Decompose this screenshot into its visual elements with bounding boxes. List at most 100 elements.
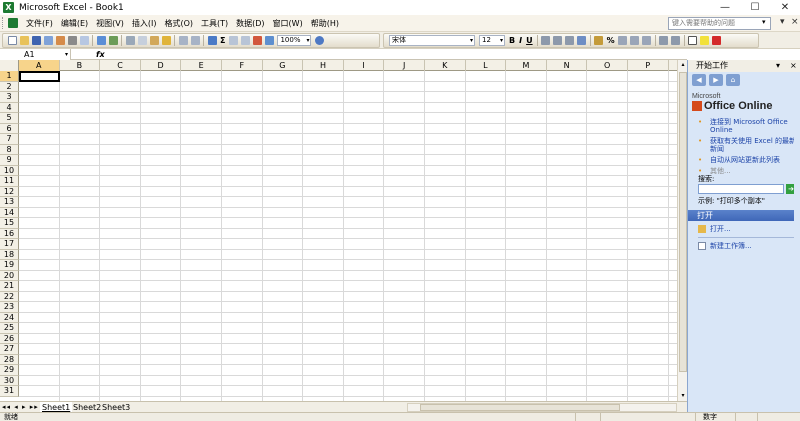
grid-row[interactable]: 15 <box>0 218 677 229</box>
font-size-select[interactable]: 12 ▾ <box>479 35 505 46</box>
row-header-27[interactable]: 27 <box>0 344 19 355</box>
menu-data[interactable]: 数据(D) <box>232 15 268 32</box>
copy-icon[interactable] <box>137 36 147 45</box>
open-icon[interactable] <box>19 36 29 45</box>
increase-decimal-icon[interactable] <box>630 36 640 45</box>
doc-close-icon[interactable]: × <box>791 17 799 27</box>
row-header-15[interactable]: 15 <box>0 218 19 229</box>
task-pane-scrollbar[interactable] <box>794 72 800 410</box>
grid-row[interactable]: 4 <box>0 102 677 113</box>
column-header-m[interactable]: M <box>506 60 547 71</box>
column-header-l[interactable]: L <box>466 60 507 71</box>
home-icon[interactable]: ⌂ <box>726 74 740 86</box>
column-header-b[interactable]: B <box>60 60 101 71</box>
undo-icon[interactable] <box>178 36 188 45</box>
horizontal-scrollbar[interactable] <box>407 403 677 412</box>
row-header-14[interactable]: 14 <box>0 207 19 218</box>
zoom-select[interactable]: 100% ▾ <box>277 35 312 46</box>
row-header-20[interactable]: 20 <box>0 270 19 281</box>
grid-row[interactable]: 11 <box>0 176 677 187</box>
column-header-n[interactable]: N <box>547 60 588 71</box>
spelling-icon[interactable] <box>96 36 106 45</box>
row-header-28[interactable]: 28 <box>0 354 19 365</box>
print-preview-icon[interactable] <box>79 36 89 45</box>
permission-icon[interactable] <box>43 36 53 45</box>
grid-row[interactable]: 29 <box>0 365 677 376</box>
grid-row[interactable]: 24 <box>0 312 677 323</box>
menu-edit[interactable]: 编辑(E) <box>57 15 92 32</box>
task-pane-menu-icon[interactable]: ▾ <box>776 60 780 72</box>
column-header-d[interactable]: D <box>141 60 182 71</box>
paste-icon[interactable] <box>149 36 159 45</box>
column-header-j[interactable]: J <box>384 60 425 71</box>
grid-row[interactable]: 2 <box>0 81 677 92</box>
formula-input[interactable] <box>110 49 680 60</box>
borders-icon[interactable] <box>688 36 698 45</box>
forward-icon[interactable]: ▶ <box>709 74 723 86</box>
row-header-4[interactable]: 4 <box>0 102 19 113</box>
grid-row[interactable]: 16 <box>0 228 677 239</box>
row-header-9[interactable]: 9 <box>0 155 19 166</box>
menu-format[interactable]: 格式(O) <box>160 15 197 32</box>
name-box[interactable]: A1 ▾ <box>0 49 71 60</box>
currency-icon[interactable] <box>594 36 604 45</box>
row-header-7[interactable]: 7 <box>0 134 19 145</box>
drawing-icon[interactable] <box>264 36 274 45</box>
menu-file[interactable]: 文件(F) <box>22 15 57 32</box>
grid-row[interactable]: 26 <box>0 333 677 344</box>
row-header-1[interactable]: 1 <box>0 71 19 82</box>
row-header-29[interactable]: 29 <box>0 365 19 376</box>
decrease-indent-icon[interactable] <box>659 36 669 45</box>
grid-row[interactable]: 10 <box>0 165 677 176</box>
row-header-25[interactable]: 25 <box>0 323 19 334</box>
email-icon[interactable] <box>55 36 65 45</box>
column-header-i[interactable]: I <box>344 60 385 71</box>
row-header-19[interactable]: 19 <box>0 260 19 271</box>
align-center-icon[interactable] <box>553 36 563 45</box>
grid-row[interactable]: 20 <box>0 270 677 281</box>
grid-row[interactable]: 14 <box>0 207 677 218</box>
menu-view[interactable]: 视图(V) <box>92 15 128 32</box>
menu-help[interactable]: 帮助(H) <box>307 15 343 32</box>
document-icon[interactable] <box>8 18 18 28</box>
grid-row[interactable]: 7 <box>0 134 677 145</box>
grid-row[interactable]: 27 <box>0 344 677 355</box>
grid-row[interactable]: 8 <box>0 144 677 155</box>
autosum-icon[interactable]: Σ <box>220 36 225 45</box>
italic-button[interactable]: I <box>519 36 522 45</box>
font-name-select[interactable]: 宋体 ▾ <box>389 35 475 46</box>
help-dropdown-icon[interactable]: ▾ <box>762 18 766 26</box>
grid-row[interactable]: 19 <box>0 260 677 271</box>
task-pane-close-icon[interactable]: × <box>790 60 797 72</box>
open-file-item[interactable]: 打开... <box>698 225 731 234</box>
column-header-a[interactable]: A <box>19 60 60 71</box>
grid-row[interactable]: 30 <box>0 375 677 386</box>
grid-row[interactable]: 31 <box>0 386 677 397</box>
comma-style-icon[interactable] <box>618 36 628 45</box>
maximize-button[interactable]: ☐ <box>740 0 770 15</box>
row-header-6[interactable]: 6 <box>0 123 19 134</box>
grid-row[interactable]: 18 <box>0 249 677 260</box>
row-header-17[interactable]: 17 <box>0 239 19 250</box>
back-icon[interactable]: ◀ <box>692 74 706 86</box>
worksheet-grid[interactable]: ABCDEFGHIJKLMNOP 1 2 3 4 5 6 7 8 9 10 11 12 13 14 15 16… <box>0 60 677 401</box>
row-header-21[interactable]: 21 <box>0 281 19 292</box>
menu-tools[interactable]: 工具(T) <box>197 15 232 32</box>
link-auto-update[interactable]: 自动从网站更新此列表 <box>698 156 798 164</box>
column-header-k[interactable]: K <box>425 60 466 71</box>
grid-row[interactable]: 21 <box>0 281 677 292</box>
sort-ascending-icon[interactable] <box>228 36 238 45</box>
merge-center-icon[interactable] <box>577 36 587 45</box>
help-search-input[interactable]: 键入需要帮助的问题 <box>668 17 771 30</box>
grid-row[interactable]: 12 <box>0 186 677 197</box>
column-header-e[interactable]: E <box>181 60 222 71</box>
fx-icon[interactable]: fx <box>96 49 105 60</box>
row-header-8[interactable]: 8 <box>0 144 19 155</box>
column-header-g[interactable]: G <box>263 60 304 71</box>
column-header-o[interactable]: O <box>587 60 628 71</box>
research-icon[interactable] <box>108 36 118 45</box>
row-header-31[interactable]: 31 <box>0 386 19 397</box>
row-header-18[interactable]: 18 <box>0 249 19 260</box>
grid-row[interactable]: 17 <box>0 239 677 250</box>
row-header-5[interactable]: 5 <box>0 113 19 124</box>
